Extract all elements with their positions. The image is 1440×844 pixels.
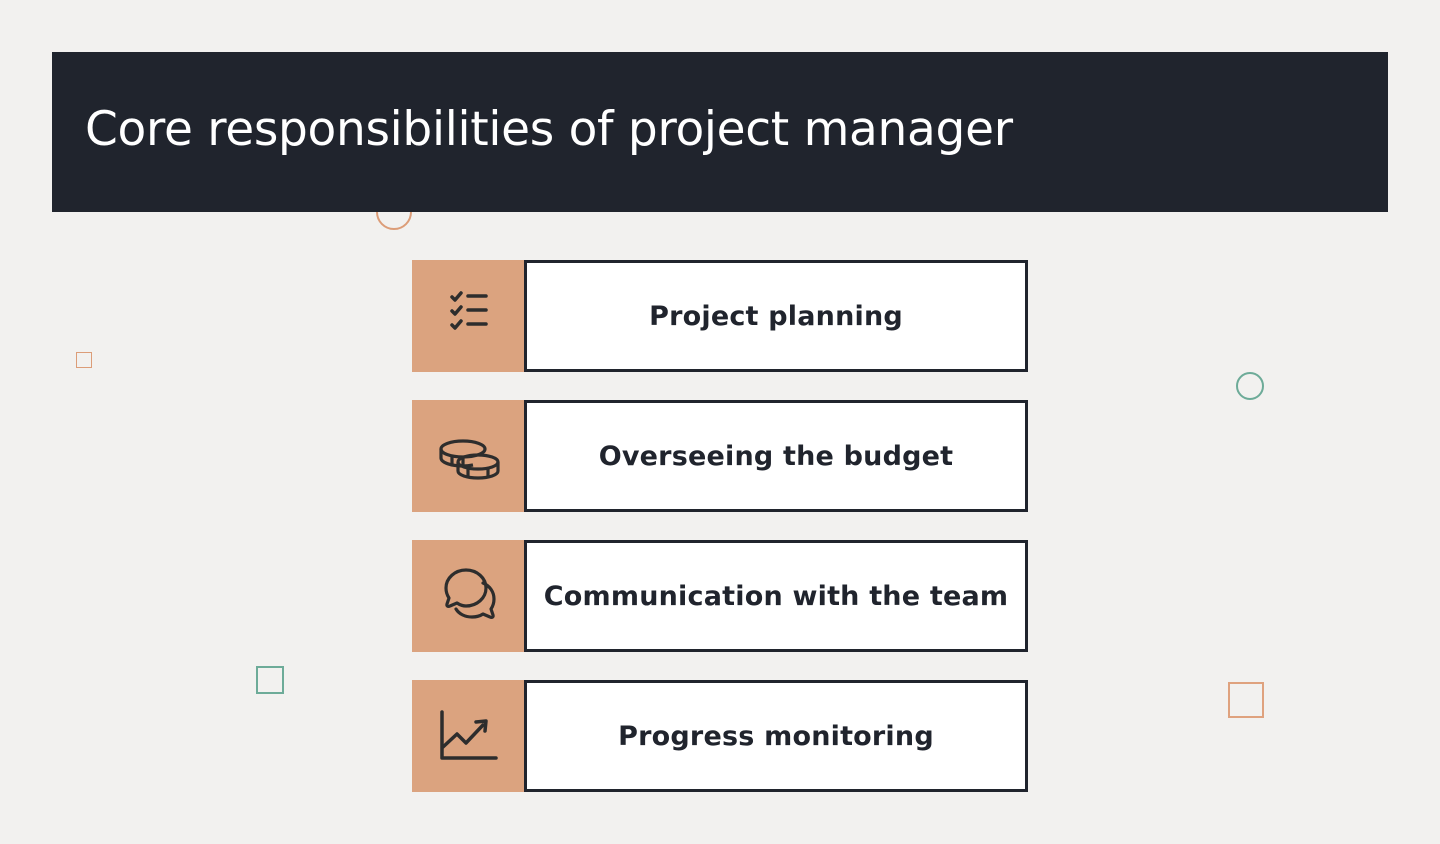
decorative-square-small-orange — [76, 352, 92, 368]
label-box: Overseeing the budget — [524, 400, 1028, 512]
icon-tile — [412, 260, 524, 372]
item-label: Project planning — [649, 300, 903, 332]
list-item: Progress monitoring — [412, 680, 1028, 792]
item-label: Communication with the team — [543, 580, 1009, 612]
list-item: Communication with the team — [412, 540, 1028, 652]
list-item: Project planning — [412, 260, 1028, 372]
label-box: Project planning — [524, 260, 1028, 372]
icon-tile — [412, 540, 524, 652]
decorative-square-orange — [1228, 682, 1264, 718]
item-label: Overseeing the budget — [598, 440, 954, 472]
trending-chart-icon — [440, 710, 498, 760]
header-banner: Core responsibilities of project manager — [52, 52, 1388, 212]
list-item: Overseeing the budget — [412, 400, 1028, 512]
icon-tile — [412, 680, 524, 792]
page-title: Core responsibilities of project manager — [85, 102, 1013, 157]
label-box: Progress monitoring — [524, 680, 1028, 792]
decorative-circle-green — [1236, 372, 1264, 400]
decorative-square-green — [256, 666, 284, 694]
icon-tile — [412, 400, 524, 512]
item-label: Progress monitoring — [618, 720, 934, 752]
label-box: Communication with the team — [524, 540, 1028, 652]
chat-bubbles-icon — [444, 568, 496, 619]
coins-icon — [439, 439, 500, 480]
checklist-icon — [450, 291, 488, 330]
